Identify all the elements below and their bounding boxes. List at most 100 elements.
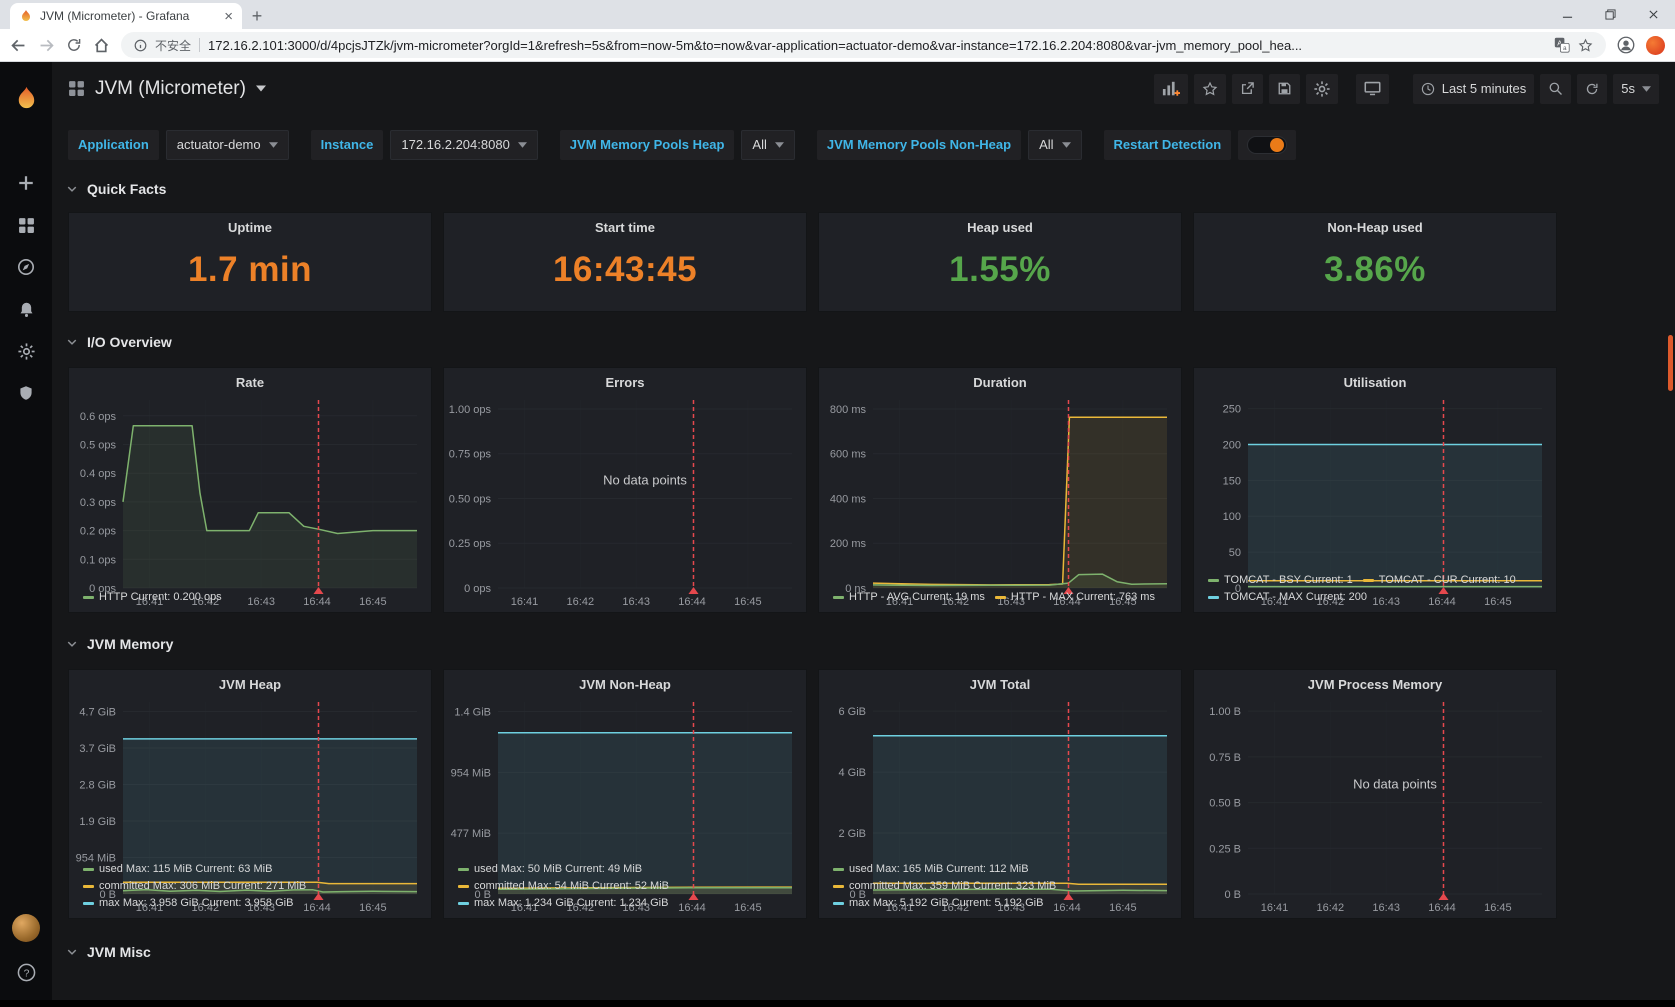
new-tab-button[interactable]: + xyxy=(242,3,272,29)
share-button[interactable] xyxy=(1232,74,1263,104)
info-icon[interactable] xyxy=(134,39,147,52)
legend-item[interactable]: TOMCAT - CUR Current: 10 xyxy=(1363,574,1516,586)
caret-down-icon[interactable] xyxy=(256,85,266,92)
back-icon[interactable] xyxy=(10,37,27,54)
row-header-quick-facts[interactable]: Quick Facts xyxy=(52,172,1675,206)
chevron-down-icon xyxy=(66,336,78,348)
panel-title[interactable]: JVM Heap xyxy=(69,670,431,692)
caret-down-icon xyxy=(775,142,784,148)
close-icon[interactable] xyxy=(1632,0,1675,29)
restore-icon[interactable] xyxy=(1589,0,1632,29)
help-icon[interactable]: ? xyxy=(0,951,52,993)
panel-title[interactable]: Utilisation xyxy=(1194,368,1556,390)
legend-item[interactable]: HTTP - MAX Current: 763 ms xyxy=(995,591,1155,603)
security-label[interactable]: 不安全 xyxy=(155,37,191,54)
explore-icon[interactable] xyxy=(0,246,52,288)
legend-item[interactable]: used Max: 115 MiB Current: 63 MiB xyxy=(83,861,411,878)
legend-item[interactable]: committed Max: 54 MiB Current: 52 MiB xyxy=(458,878,786,895)
grafana-logo[interactable] xyxy=(13,72,40,124)
panel-title[interactable]: Non-Heap used xyxy=(1194,213,1556,235)
panel-title[interactable]: Rate xyxy=(69,368,431,390)
apps-grid-icon[interactable] xyxy=(68,80,85,97)
jvm-total-chart[interactable]: 16:4116:4216:4316:4416:456 GiB4 GiB2 GiB… xyxy=(819,692,1181,861)
rate-chart[interactable]: 16:4116:4216:4316:4416:450.6 ops0.5 ops0… xyxy=(69,390,431,589)
home-icon[interactable] xyxy=(93,37,110,54)
refresh-dashboard-button[interactable] xyxy=(1577,74,1607,104)
alerting-icon[interactable] xyxy=(0,288,52,330)
settings-button[interactable] xyxy=(1306,74,1338,104)
svg-text:16:45: 16:45 xyxy=(734,596,762,608)
utilisation-chart[interactable]: 16:4116:4216:4316:4416:45250200150100500 xyxy=(1194,390,1556,572)
legend-item[interactable]: max Max: 5.192 GiB Current: 5.192 GiB xyxy=(833,895,1161,912)
jvm-non-heap-legend: used Max: 50 MiB Current: 49 MiBcommitte… xyxy=(444,861,806,918)
variable-heap-pools-dropdown[interactable]: All xyxy=(741,130,794,160)
legend-item[interactable]: used Max: 165 MiB Current: 112 MiB xyxy=(833,861,1161,878)
variable-non-heap-pools-dropdown[interactable]: All xyxy=(1028,130,1081,160)
panel-title[interactable]: Errors xyxy=(444,368,806,390)
cycle-view-tv-button[interactable] xyxy=(1356,74,1389,104)
url-bar[interactable]: 不安全 172.16.2.101:3000/d/4pcjsJTZk/jvm-mi… xyxy=(121,32,1606,58)
configuration-icon[interactable] xyxy=(0,330,52,372)
toggle-knob xyxy=(1270,138,1284,152)
jvm-heap-chart[interactable]: 16:4116:4216:4316:4416:454.7 GiB3.7 GiB2… xyxy=(69,692,431,861)
panel-title[interactable]: Duration xyxy=(819,368,1181,390)
minimize-icon[interactable] xyxy=(1546,0,1589,29)
dashboard-title[interactable]: JVM (Micrometer) xyxy=(95,78,246,100)
jvm-process-memory-chart[interactable]: 16:4116:4216:4316:4416:451.00 B0.75 B0.5… xyxy=(1194,692,1556,918)
zoom-out-button[interactable] xyxy=(1540,74,1571,104)
row-header-jvm-memory[interactable]: JVM Memory xyxy=(52,627,1675,661)
svg-text:0.4 ops: 0.4 ops xyxy=(80,468,117,480)
stat-value: 1.7 min xyxy=(69,250,431,290)
legend-item[interactable]: max Max: 1.234 GiB Current: 1.234 GiB xyxy=(458,895,786,912)
legend-item[interactable]: HTTP - AVG Current: 19 ms xyxy=(833,591,985,603)
browser-tab[interactable]: JVM (Micrometer) - Grafana × xyxy=(10,3,242,29)
variable-application-dropdown[interactable]: actuator-demo xyxy=(166,130,289,160)
row-header-jvm-misc[interactable]: JVM Misc xyxy=(52,935,1675,969)
svg-text:0.5 ops: 0.5 ops xyxy=(80,440,117,452)
panel-title[interactable]: JVM Non-Heap xyxy=(444,670,806,692)
panel-title[interactable]: Heap used xyxy=(819,213,1181,235)
variable-instance: Instance 172.16.2.204:8080 xyxy=(311,130,538,160)
svg-text:2.8 GiB: 2.8 GiB xyxy=(79,780,116,792)
user-avatar[interactable] xyxy=(0,907,52,949)
variable-instance-dropdown[interactable]: 172.16.2.204:8080 xyxy=(390,130,537,160)
admin-shield-icon[interactable] xyxy=(0,372,52,414)
tab-close-icon[interactable]: × xyxy=(224,9,233,24)
url-text[interactable]: 172.16.2.101:3000/d/4pcjsJTZk/jvm-microm… xyxy=(208,38,1546,53)
dashboards-icon[interactable] xyxy=(0,204,52,246)
panel-title[interactable]: JVM Process Memory xyxy=(1194,670,1556,692)
jvm-non-heap-chart[interactable]: 16:4116:4216:4316:4416:451.4 GiB954 MiB4… xyxy=(444,692,806,861)
profile-icon[interactable] xyxy=(1617,36,1635,54)
variable-label: Application xyxy=(68,130,159,160)
add-panel-button[interactable] xyxy=(1154,74,1188,104)
refresh-icon[interactable] xyxy=(66,37,82,53)
bookmark-star-icon[interactable] xyxy=(1578,38,1593,53)
legend-item[interactable]: committed Max: 306 MiB Current: 271 MiB xyxy=(83,878,411,895)
legend-item[interactable]: used Max: 50 MiB Current: 49 MiB xyxy=(458,861,786,878)
refresh-interval-dropdown[interactable]: 5s xyxy=(1613,74,1659,104)
restart-detection-toggle[interactable] xyxy=(1238,130,1296,160)
browser-toolbar: 不安全 172.16.2.101:3000/d/4pcjsJTZk/jvm-mi… xyxy=(0,29,1675,62)
svg-text:477 MiB: 477 MiB xyxy=(451,828,491,840)
update-badge[interactable] xyxy=(1646,36,1665,55)
save-button[interactable] xyxy=(1269,74,1300,104)
forward-icon[interactable] xyxy=(38,37,55,54)
duration-chart[interactable]: 16:4116:4216:4316:4416:45800 ms600 ms400… xyxy=(819,390,1181,589)
legend-item[interactable]: HTTP Current: 0.200 ops xyxy=(83,591,222,603)
scrollbar-thumb[interactable] xyxy=(1668,335,1673,391)
legend-item[interactable]: max Max: 3.958 GiB Current: 3.958 GiB xyxy=(83,895,411,912)
star-button[interactable] xyxy=(1194,74,1226,104)
create-icon[interactable] xyxy=(0,162,52,204)
panel-title[interactable]: Start time xyxy=(444,213,806,235)
panel-title[interactable]: JVM Total xyxy=(819,670,1181,692)
legend-item[interactable]: committed Max: 359 MiB Current: 323 MiB xyxy=(833,878,1161,895)
errors-chart[interactable]: 16:4116:4216:4316:4416:451.00 ops0.75 op… xyxy=(444,390,806,612)
legend-item[interactable]: TOMCAT - MAX Current: 200 xyxy=(1208,591,1367,603)
svg-text:No data points: No data points xyxy=(1353,776,1437,791)
panel-title[interactable]: Uptime xyxy=(69,213,431,235)
time-range-button[interactable]: Last 5 minutes xyxy=(1413,74,1535,104)
row-header-io-overview[interactable]: I/O Overview xyxy=(52,325,1675,359)
panel-uptime: Uptime 1.7 min xyxy=(68,212,432,312)
translate-icon[interactable]: Aa xyxy=(1554,37,1570,53)
legend-item[interactable]: TOMCAT - BSY Current: 1 xyxy=(1208,574,1353,586)
